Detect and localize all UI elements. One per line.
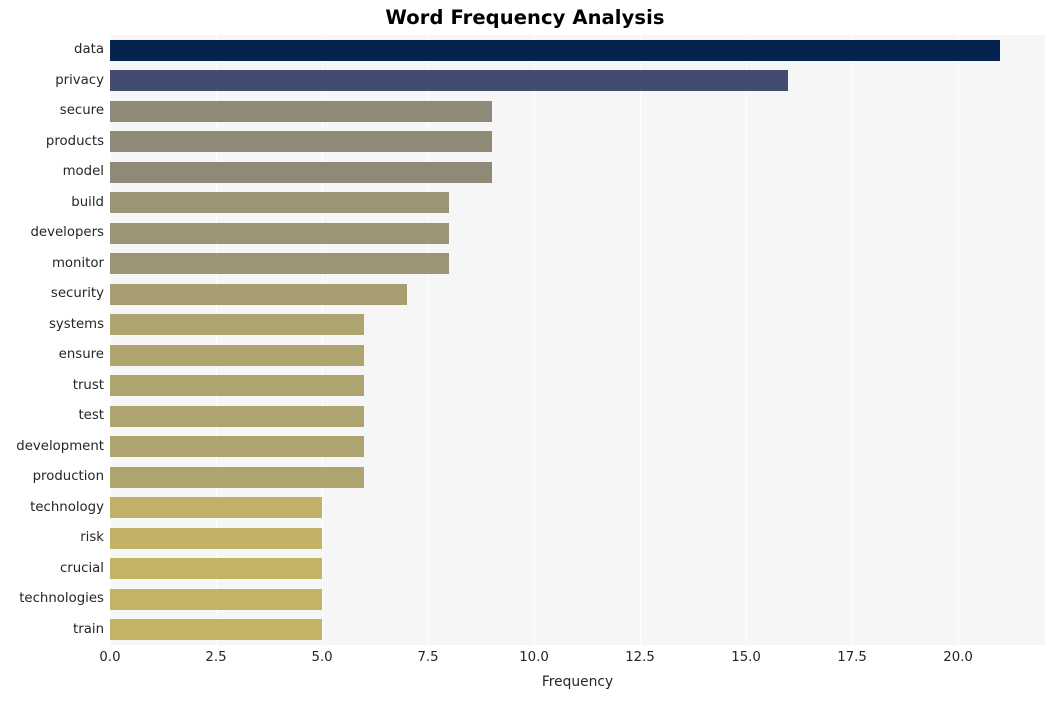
y-tick-label-trust: trust	[72, 377, 104, 393]
bar-row[interactable]	[110, 401, 1045, 432]
bar-row[interactable]	[110, 66, 1045, 97]
bar-model[interactable]	[110, 161, 492, 183]
x-tick-label-5.0: 5.0	[311, 650, 333, 665]
bar-row[interactable]	[110, 310, 1045, 341]
bar-crucial[interactable]	[110, 558, 323, 580]
bar-row[interactable]	[110, 462, 1045, 493]
bar-secure[interactable]	[110, 100, 492, 122]
y-tick-label-monitor: monitor	[51, 255, 104, 271]
bar-row[interactable]	[110, 127, 1045, 158]
bar-row[interactable]	[110, 157, 1045, 188]
plot-area	[110, 35, 1045, 645]
y-tick-label-risk: risk	[80, 530, 104, 546]
x-tick-label-0.0: 0.0	[99, 650, 121, 665]
bar-privacy[interactable]	[110, 70, 789, 92]
y-tick-label-security: security	[50, 286, 104, 302]
x-tick-label-20.0: 20.0	[943, 650, 973, 665]
bar-technology[interactable]	[110, 497, 323, 519]
y-tick-label-secure: secure	[59, 103, 104, 119]
bar-build[interactable]	[110, 192, 450, 214]
y-tick-label-ensure: ensure	[58, 347, 104, 363]
y-tick-label-data: data	[74, 42, 104, 58]
y-axis-tick-labels: data privacy secure products model build devel…	[0, 35, 104, 645]
bar-row[interactable]	[110, 493, 1045, 524]
bar-security[interactable]	[110, 283, 407, 305]
y-tick-label-build: build	[71, 194, 104, 210]
x-tick-label-15.0: 15.0	[731, 650, 761, 665]
bar-row[interactable]	[110, 615, 1045, 646]
x-tick-label-2.5: 2.5	[205, 650, 227, 665]
bar-row[interactable]	[110, 554, 1045, 585]
bar-systems[interactable]	[110, 314, 365, 336]
bar-technologies[interactable]	[110, 588, 323, 610]
bar-trust[interactable]	[110, 375, 365, 397]
chart-title: Word Frequency Analysis	[385, 6, 665, 29]
x-axis-label: Frequency	[541, 674, 614, 690]
bar-data[interactable]	[110, 39, 1001, 61]
bar-row[interactable]	[110, 218, 1045, 249]
y-tick-label-production: production	[32, 469, 104, 485]
bar-risk[interactable]	[110, 527, 323, 549]
bar-row[interactable]	[110, 523, 1045, 554]
bar-row[interactable]	[110, 371, 1045, 402]
x-axis-tick-labels: 0.0 2.5 5.0 7.5 10.0 12.5 15.0 17.5 20.0	[0, 650, 1050, 674]
bar-ensure[interactable]	[110, 344, 365, 366]
bar-products[interactable]	[110, 131, 492, 153]
y-tick-label-development: development	[16, 438, 104, 454]
y-tick-label-test: test	[78, 408, 104, 424]
bar-developers[interactable]	[110, 222, 450, 244]
bar-row[interactable]	[110, 279, 1045, 310]
bar-monitor[interactable]	[110, 253, 450, 275]
y-tick-label-technology: technology	[30, 499, 104, 515]
x-tick-label-10.0: 10.0	[519, 650, 549, 665]
y-tick-label-technologies: technologies	[19, 591, 104, 607]
bar-row[interactable]	[110, 249, 1045, 280]
bar-row[interactable]	[110, 188, 1045, 219]
x-tick-label-7.5: 7.5	[417, 650, 439, 665]
y-tick-label-privacy: privacy	[55, 72, 104, 88]
x-tick-label-17.5: 17.5	[837, 650, 867, 665]
bar-test[interactable]	[110, 405, 365, 427]
bars-layer	[110, 35, 1045, 645]
bar-row[interactable]	[110, 35, 1045, 66]
bar-row[interactable]	[110, 96, 1045, 127]
y-tick-label-train: train	[73, 621, 104, 637]
word-frequency-bar-chart: Word Frequency Analysis data privacy secur…	[0, 0, 1050, 701]
y-tick-label-developers: developers	[30, 225, 104, 241]
x-tick-label-12.5: 12.5	[625, 650, 655, 665]
y-tick-label-systems: systems	[49, 316, 104, 332]
y-tick-label-products: products	[45, 133, 104, 149]
y-tick-label-model: model	[62, 164, 104, 180]
bar-row[interactable]	[110, 340, 1045, 371]
bar-row[interactable]	[110, 432, 1045, 463]
y-tick-label-crucial: crucial	[59, 560, 104, 576]
bar-development[interactable]	[110, 436, 365, 458]
bar-row[interactable]	[110, 584, 1045, 615]
bar-train[interactable]	[110, 619, 323, 641]
bar-production[interactable]	[110, 466, 365, 488]
